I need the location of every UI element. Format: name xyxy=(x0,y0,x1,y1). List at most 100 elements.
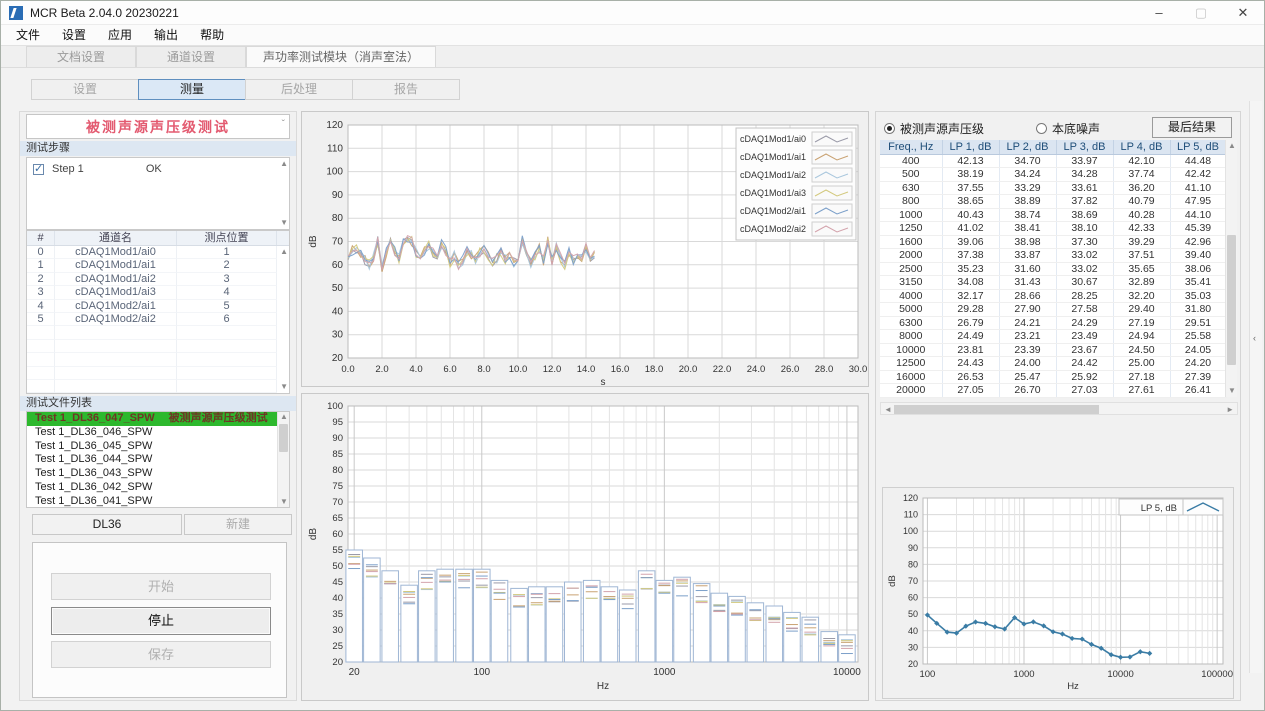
scroll-left-icon[interactable]: ◄ xyxy=(884,405,892,414)
subtab-post-process[interactable]: 后处理 xyxy=(245,79,353,100)
scroll-up-icon[interactable]: ▲ xyxy=(280,413,288,421)
start-button[interactable]: 开始 xyxy=(51,573,271,600)
file-list-item[interactable]: Test 1_DL36_043_SPW xyxy=(27,467,289,481)
lp-table-row[interactable]: 1250024.4324.0024.4225.0024.20 xyxy=(880,357,1226,371)
lp-cell: 27.58 xyxy=(1056,303,1113,317)
lp-cell: 38.10 xyxy=(1056,222,1113,236)
file-name: Test 1_DL36_046_SPW xyxy=(35,426,152,438)
channel-row[interactable] xyxy=(27,340,289,353)
subtab-report[interactable]: 报告 xyxy=(352,79,460,100)
file-list-item[interactable]: Test 1_DL36_047_SPW被测声源声压级测试 xyxy=(27,412,289,426)
lp-table-row[interactable]: 1000023.8123.3923.6724.5024.05 xyxy=(880,343,1226,357)
lp-cell: 44.10 xyxy=(1170,208,1226,222)
menu-item-help[interactable]: 帮助 xyxy=(189,25,235,46)
channel-row[interactable]: 5cDAQ1Mod2/ai26 xyxy=(27,313,289,326)
minimize-button[interactable]: – xyxy=(1138,1,1180,24)
lp-table-row[interactable]: 100040.4338.7438.6940.2844.10 xyxy=(880,208,1226,222)
lp-cell: 40.79 xyxy=(1113,195,1170,209)
tab-doc-settings[interactable]: 文档设置 xyxy=(26,46,136,67)
scroll-up-icon[interactable]: ▲ xyxy=(280,248,288,256)
lp-column-header[interactable]: LP 5, dB xyxy=(1170,140,1226,154)
channel-row[interactable] xyxy=(27,367,289,380)
subtab-setup[interactable]: 设置 xyxy=(31,79,139,100)
table-vertical-scrollbar[interactable]: ▲ ▼ xyxy=(1225,140,1237,397)
subtab-measure[interactable]: 测量 xyxy=(138,79,246,100)
lp-column-header[interactable]: Freq., Hz xyxy=(880,140,942,154)
save-button[interactable]: 保存 xyxy=(51,641,271,668)
file-list-item[interactable]: Test 1_DL36_042_SPW xyxy=(27,481,289,495)
scroll-up-icon[interactable]: ▲ xyxy=(1228,142,1236,150)
scroll-right-icon[interactable]: ► xyxy=(1226,405,1234,414)
radio-background-noise-icon[interactable] xyxy=(1036,123,1047,134)
menu-item-output[interactable]: 输出 xyxy=(143,25,189,46)
scroll-down-icon[interactable]: ▼ xyxy=(280,383,288,391)
channel-cell: 5 xyxy=(177,300,277,313)
scroll-down-icon[interactable]: ▼ xyxy=(1228,387,1236,395)
test-type-combobox[interactable]: 被测声源声压级测试 ˇ xyxy=(26,114,290,139)
lp-cell: 31.43 xyxy=(999,276,1056,290)
lp-table-row[interactable]: 63037.5533.2933.6136.2041.10 xyxy=(880,181,1226,195)
channel-row[interactable]: 1cDAQ1Mod1/ai12 xyxy=(27,259,289,272)
maximize-button[interactable]: ▢ xyxy=(1180,1,1222,24)
lp-table-row[interactable]: 630026.7924.2124.2927.1929.51 xyxy=(880,316,1226,330)
lp-column-header[interactable]: LP 2, dB xyxy=(999,140,1056,154)
file-list-item[interactable]: Test 1_DL36_045_SPW xyxy=(27,440,289,454)
lp-column-header[interactable]: LP 1, dB xyxy=(942,140,999,154)
file-list-item[interactable]: Test 1_DL36_041_SPW xyxy=(27,495,289,508)
device-button[interactable]: DL36 xyxy=(32,514,182,535)
scrollbar-thumb[interactable] xyxy=(894,405,1099,414)
step-list[interactable]: Step 1 OK ▲ ▼ xyxy=(26,157,290,230)
lp-table-row[interactable]: 80038.6538.8937.8240.7947.95 xyxy=(880,195,1226,209)
lp-table-row[interactable]: 800024.4923.2123.4924.9425.58 xyxy=(880,330,1226,344)
file-list-scrollbar[interactable]: ▲▼ xyxy=(277,412,289,507)
channel-row[interactable] xyxy=(27,380,289,393)
table-horizontal-scrollbar[interactable]: ◄ ► xyxy=(880,402,1238,415)
channel-row[interactable]: 0cDAQ1Mod1/ai01 xyxy=(27,246,289,259)
scroll-down-icon[interactable]: ▼ xyxy=(280,498,288,506)
lp-column-header[interactable]: LP 3, dB xyxy=(1056,140,1113,154)
channel-row[interactable]: 4cDAQ1Mod2/ai15 xyxy=(27,300,289,313)
lp-cell: 32.20 xyxy=(1113,289,1170,303)
new-button[interactable]: 新建 xyxy=(184,514,292,535)
test-control-panel: 被测声源声压级测试 ˇ 测试步骤 Step 1 OK ▲ ▼ ▲ ▼ #通道名测… xyxy=(19,111,297,701)
final-result-button[interactable]: 最后结果 xyxy=(1152,117,1232,138)
step-row[interactable]: Step 1 OK xyxy=(27,161,289,177)
lp-table-row[interactable]: 160039.0638.9837.3039.2942.96 xyxy=(880,235,1226,249)
stop-button[interactable]: 停止 xyxy=(51,607,271,635)
lp-column-header[interactable]: LP 4, dB xyxy=(1113,140,1170,154)
channel-row[interactable]: 2cDAQ1Mod1/ai23 xyxy=(27,273,289,286)
scrollbar-thumb[interactable] xyxy=(1227,235,1236,365)
lp-table-row[interactable]: 2000027.0526.7027.0327.6126.41 xyxy=(880,384,1226,398)
lp-table-row[interactable]: 50038.1934.2434.2837.7442.42 xyxy=(880,168,1226,182)
scrollbar-thumb[interactable] xyxy=(279,424,288,452)
lp-table-row[interactable]: 315034.0831.4330.6732.8935.41 xyxy=(880,276,1226,290)
lp-table-row[interactable]: 500029.2827.9027.5829.4031.80 xyxy=(880,303,1226,317)
scroll-up-icon[interactable]: ▲ xyxy=(280,160,288,168)
lp-table-row[interactable]: 200037.3833.8733.0237.5139.40 xyxy=(880,249,1226,263)
menu-item-settings[interactable]: 设置 xyxy=(51,25,97,46)
lp-table-row[interactable]: 250035.2331.6033.0235.6538.06 xyxy=(880,262,1226,276)
channel-row[interactable] xyxy=(27,353,289,366)
lp-table-row[interactable]: 1600026.5325.4725.9227.1827.39 xyxy=(880,370,1226,384)
lp-cell: 630 xyxy=(880,181,942,195)
scroll-down-icon[interactable]: ▼ xyxy=(280,219,288,227)
tab-sound-power-module[interactable]: 声功率测试模块（消声室法） xyxy=(246,46,436,67)
file-list-item[interactable]: Test 1_DL36_046_SPW xyxy=(27,426,289,440)
lp-cell: 20000 xyxy=(880,384,942,398)
lp-table-row[interactable]: 125041.0238.4138.1042.3345.39 xyxy=(880,222,1226,236)
radio-source-icon[interactable] xyxy=(884,123,895,134)
channel-row[interactable] xyxy=(27,326,289,339)
file-list-item[interactable]: Test 1_DL36_044_SPW xyxy=(27,453,289,467)
checkbox-checked-icon[interactable] xyxy=(33,164,44,175)
panel-collapse-strip[interactable]: ‹ xyxy=(1249,101,1262,673)
close-button[interactable]: ✕ xyxy=(1222,1,1264,24)
channel-row[interactable]: 3cDAQ1Mod1/ai34 xyxy=(27,286,289,299)
lp-cell: 33.29 xyxy=(999,181,1056,195)
tab-channel-settings[interactable]: 通道设置 xyxy=(136,46,246,67)
lp-table-row[interactable]: 40042.1334.7033.9742.1044.48 xyxy=(880,154,1226,168)
menu-item-application[interactable]: 应用 xyxy=(97,25,143,46)
lp-table-row[interactable]: 400032.1728.6628.2532.2035.03 xyxy=(880,289,1226,303)
svg-text:dB: dB xyxy=(308,528,319,541)
lp-cell: 37.55 xyxy=(942,181,999,195)
menu-item-file[interactable]: 文件 xyxy=(5,25,51,46)
